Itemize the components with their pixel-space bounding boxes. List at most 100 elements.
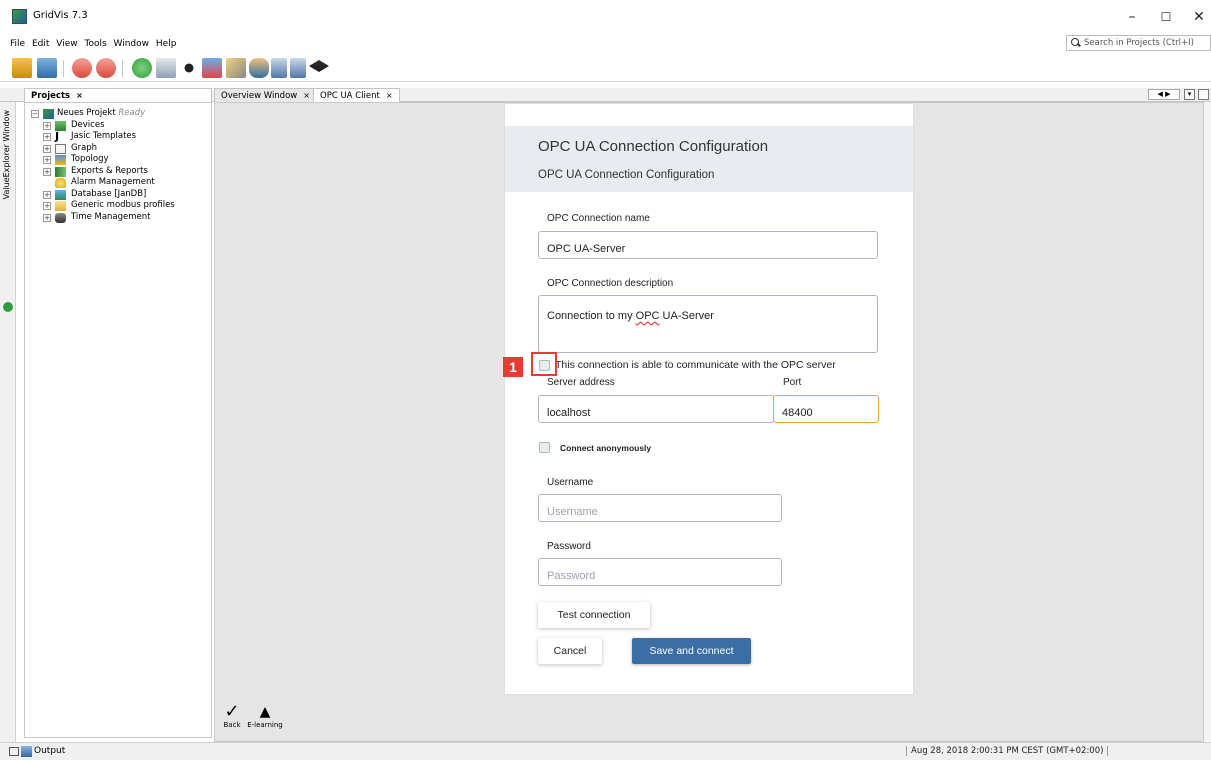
tab-overview[interactable]: Overview Window ×: [214, 88, 317, 102]
elearning-label: E-learning: [247, 721, 283, 729]
undo-icon[interactable]: [72, 58, 92, 78]
cancel-button[interactable]: Cancel: [538, 638, 602, 664]
vertical-scrollbar[interactable]: [1204, 102, 1211, 742]
maximize-panel-icon[interactable]: [1198, 89, 1209, 100]
import-icon[interactable]: [202, 58, 222, 78]
redo-icon[interactable]: [96, 58, 116, 78]
tab-strip: Projects × Overview Window × OPC UA Client…: [0, 88, 1211, 102]
tree-item-database[interactable]: + Database [JanDB]: [31, 189, 206, 201]
tree-item-label: Time Management: [71, 211, 151, 222]
close-tab-icon[interactable]: ×: [303, 91, 310, 100]
search-input[interactable]: Search in Projects (Ctrl+I): [1066, 35, 1211, 51]
tree-item-exports[interactable]: + Exports & Reports: [31, 166, 206, 178]
menu-tools[interactable]: Tools: [82, 36, 108, 52]
open-project-icon[interactable]: [37, 58, 57, 78]
expand-icon[interactable]: +: [43, 190, 51, 199]
user-icon[interactable]: [249, 58, 269, 78]
valueexplorer-icon[interactable]: [3, 302, 13, 312]
tree-item-time[interactable]: + Time Management: [31, 212, 206, 224]
expand-icon[interactable]: +: [43, 213, 51, 222]
anonymous-label: Connect anonymously: [560, 443, 652, 453]
elearning-button[interactable]: ▲ E-learning: [245, 703, 285, 729]
expand-icon[interactable]: +: [43, 167, 51, 176]
opc-config-dialog: OPC UA Connection Configuration OPC UA C…: [505, 104, 913, 694]
valueexplorer-tab[interactable]: ValueExplorer Window: [2, 110, 11, 199]
communicate-label: This connection is able to communicate w…: [555, 359, 836, 371]
elearning-icon[interactable]: [309, 60, 329, 72]
tree-item-label: Topology: [71, 154, 109, 164]
project-status: Ready: [118, 108, 146, 118]
device-icon[interactable]: [156, 58, 176, 78]
status-time: Aug 28, 2018 2:00:31 PM CEST (GMT+02:00): [906, 746, 1109, 756]
tree-item-jasic[interactable]: + J Jasic Templates: [31, 131, 206, 143]
tree-item-label: Exports & Reports: [71, 165, 148, 176]
dialog-title: OPC UA Connection Configuration: [538, 138, 769, 155]
conn-desc-field[interactable]: Connection to my OPC UA-Server: [538, 295, 878, 353]
app-icon: [12, 9, 27, 24]
folder-icon: [55, 201, 66, 211]
tab-opcua-client[interactable]: OPC UA Client ×: [313, 88, 400, 102]
report-icon[interactable]: [290, 58, 306, 78]
collapse-icon[interactable]: −: [31, 110, 39, 118]
tree-item-alarm[interactable]: Alarm Management: [31, 177, 206, 189]
port-field[interactable]: [773, 395, 879, 423]
expand-icon[interactable]: +: [43, 133, 51, 141]
username-label: Username: [547, 477, 594, 488]
tree-item-modbus[interactable]: + Generic modbus profiles: [31, 200, 206, 212]
dialog-header: [505, 126, 913, 192]
server-address-field[interactable]: [538, 395, 774, 423]
menu-window[interactable]: Window: [112, 36, 152, 52]
password-field[interactable]: [538, 558, 782, 586]
network-scan-icon[interactable]: [179, 58, 199, 78]
tree-item-label: Devices: [71, 119, 105, 130]
conn-desc-text: Connection to my: [547, 310, 636, 322]
time-management-icon: [55, 212, 66, 223]
tab-dropdown-icon[interactable]: ▾: [1184, 89, 1195, 100]
tree-root[interactable]: − Neues Projekt Ready: [31, 108, 206, 120]
minimize-button[interactable]: –: [1117, 6, 1147, 28]
tab-opcua-label: OPC UA Client: [320, 91, 380, 101]
output-tab[interactable]: Output: [34, 746, 65, 756]
database-icon: [55, 189, 66, 200]
output-icon: [21, 746, 32, 757]
conn-desc-spell: OPC: [635, 310, 660, 322]
expand-icon[interactable]: +: [43, 202, 51, 210]
reports-icon: [55, 166, 66, 177]
toolbar-divider: [122, 60, 123, 77]
tree-root-label: Neues Projekt Ready: [57, 108, 146, 118]
tree-item-topology[interactable]: + Topology: [31, 154, 206, 166]
menu-edit[interactable]: Edit: [30, 36, 51, 52]
close-tab-icon[interactable]: ×: [386, 91, 393, 100]
tree-item-graph[interactable]: + Graph: [31, 143, 206, 155]
tab-projects[interactable]: Projects ×: [24, 88, 212, 102]
topology-icon: [55, 155, 66, 165]
alarm-icon: [55, 178, 66, 188]
close-button[interactable]: ✕: [1184, 6, 1211, 28]
window-icon[interactable]: [271, 58, 287, 78]
username-field[interactable]: [538, 494, 782, 522]
new-project-icon[interactable]: [12, 58, 32, 78]
search-placeholder: Search in Projects (Ctrl+I): [1084, 38, 1194, 48]
close-tab-icon[interactable]: ×: [76, 91, 83, 100]
graph-icon: [55, 143, 66, 154]
test-connection-button[interactable]: Test connection: [538, 602, 650, 628]
save-and-connect-button[interactable]: Save and connect: [632, 638, 751, 664]
configure-icon[interactable]: [226, 58, 246, 78]
output-window-icon: [9, 747, 19, 756]
search-icon: [1070, 37, 1084, 49]
tab-scroll-arrows-icon[interactable]: ◀ ▶: [1148, 89, 1180, 100]
title-bar: GridVis 7.3 – ☐ ✕: [0, 0, 1211, 34]
conn-name-field[interactable]: [538, 231, 878, 259]
refresh-icon[interactable]: [132, 58, 152, 78]
menu-file[interactable]: File: [8, 36, 27, 52]
menu-help[interactable]: Help: [154, 36, 179, 52]
expand-icon[interactable]: +: [43, 144, 51, 153]
expand-icon[interactable]: +: [43, 156, 51, 164]
dialog-subtitle: OPC UA Connection Configuration: [538, 169, 715, 181]
expand-icon[interactable]: +: [43, 121, 51, 130]
anonymous-checkbox[interactable]: [539, 442, 550, 453]
toolbar: [0, 52, 1211, 82]
server-address-label: Server address: [547, 377, 615, 388]
maximize-button[interactable]: ☐: [1151, 6, 1181, 28]
menu-view[interactable]: View: [54, 36, 79, 52]
